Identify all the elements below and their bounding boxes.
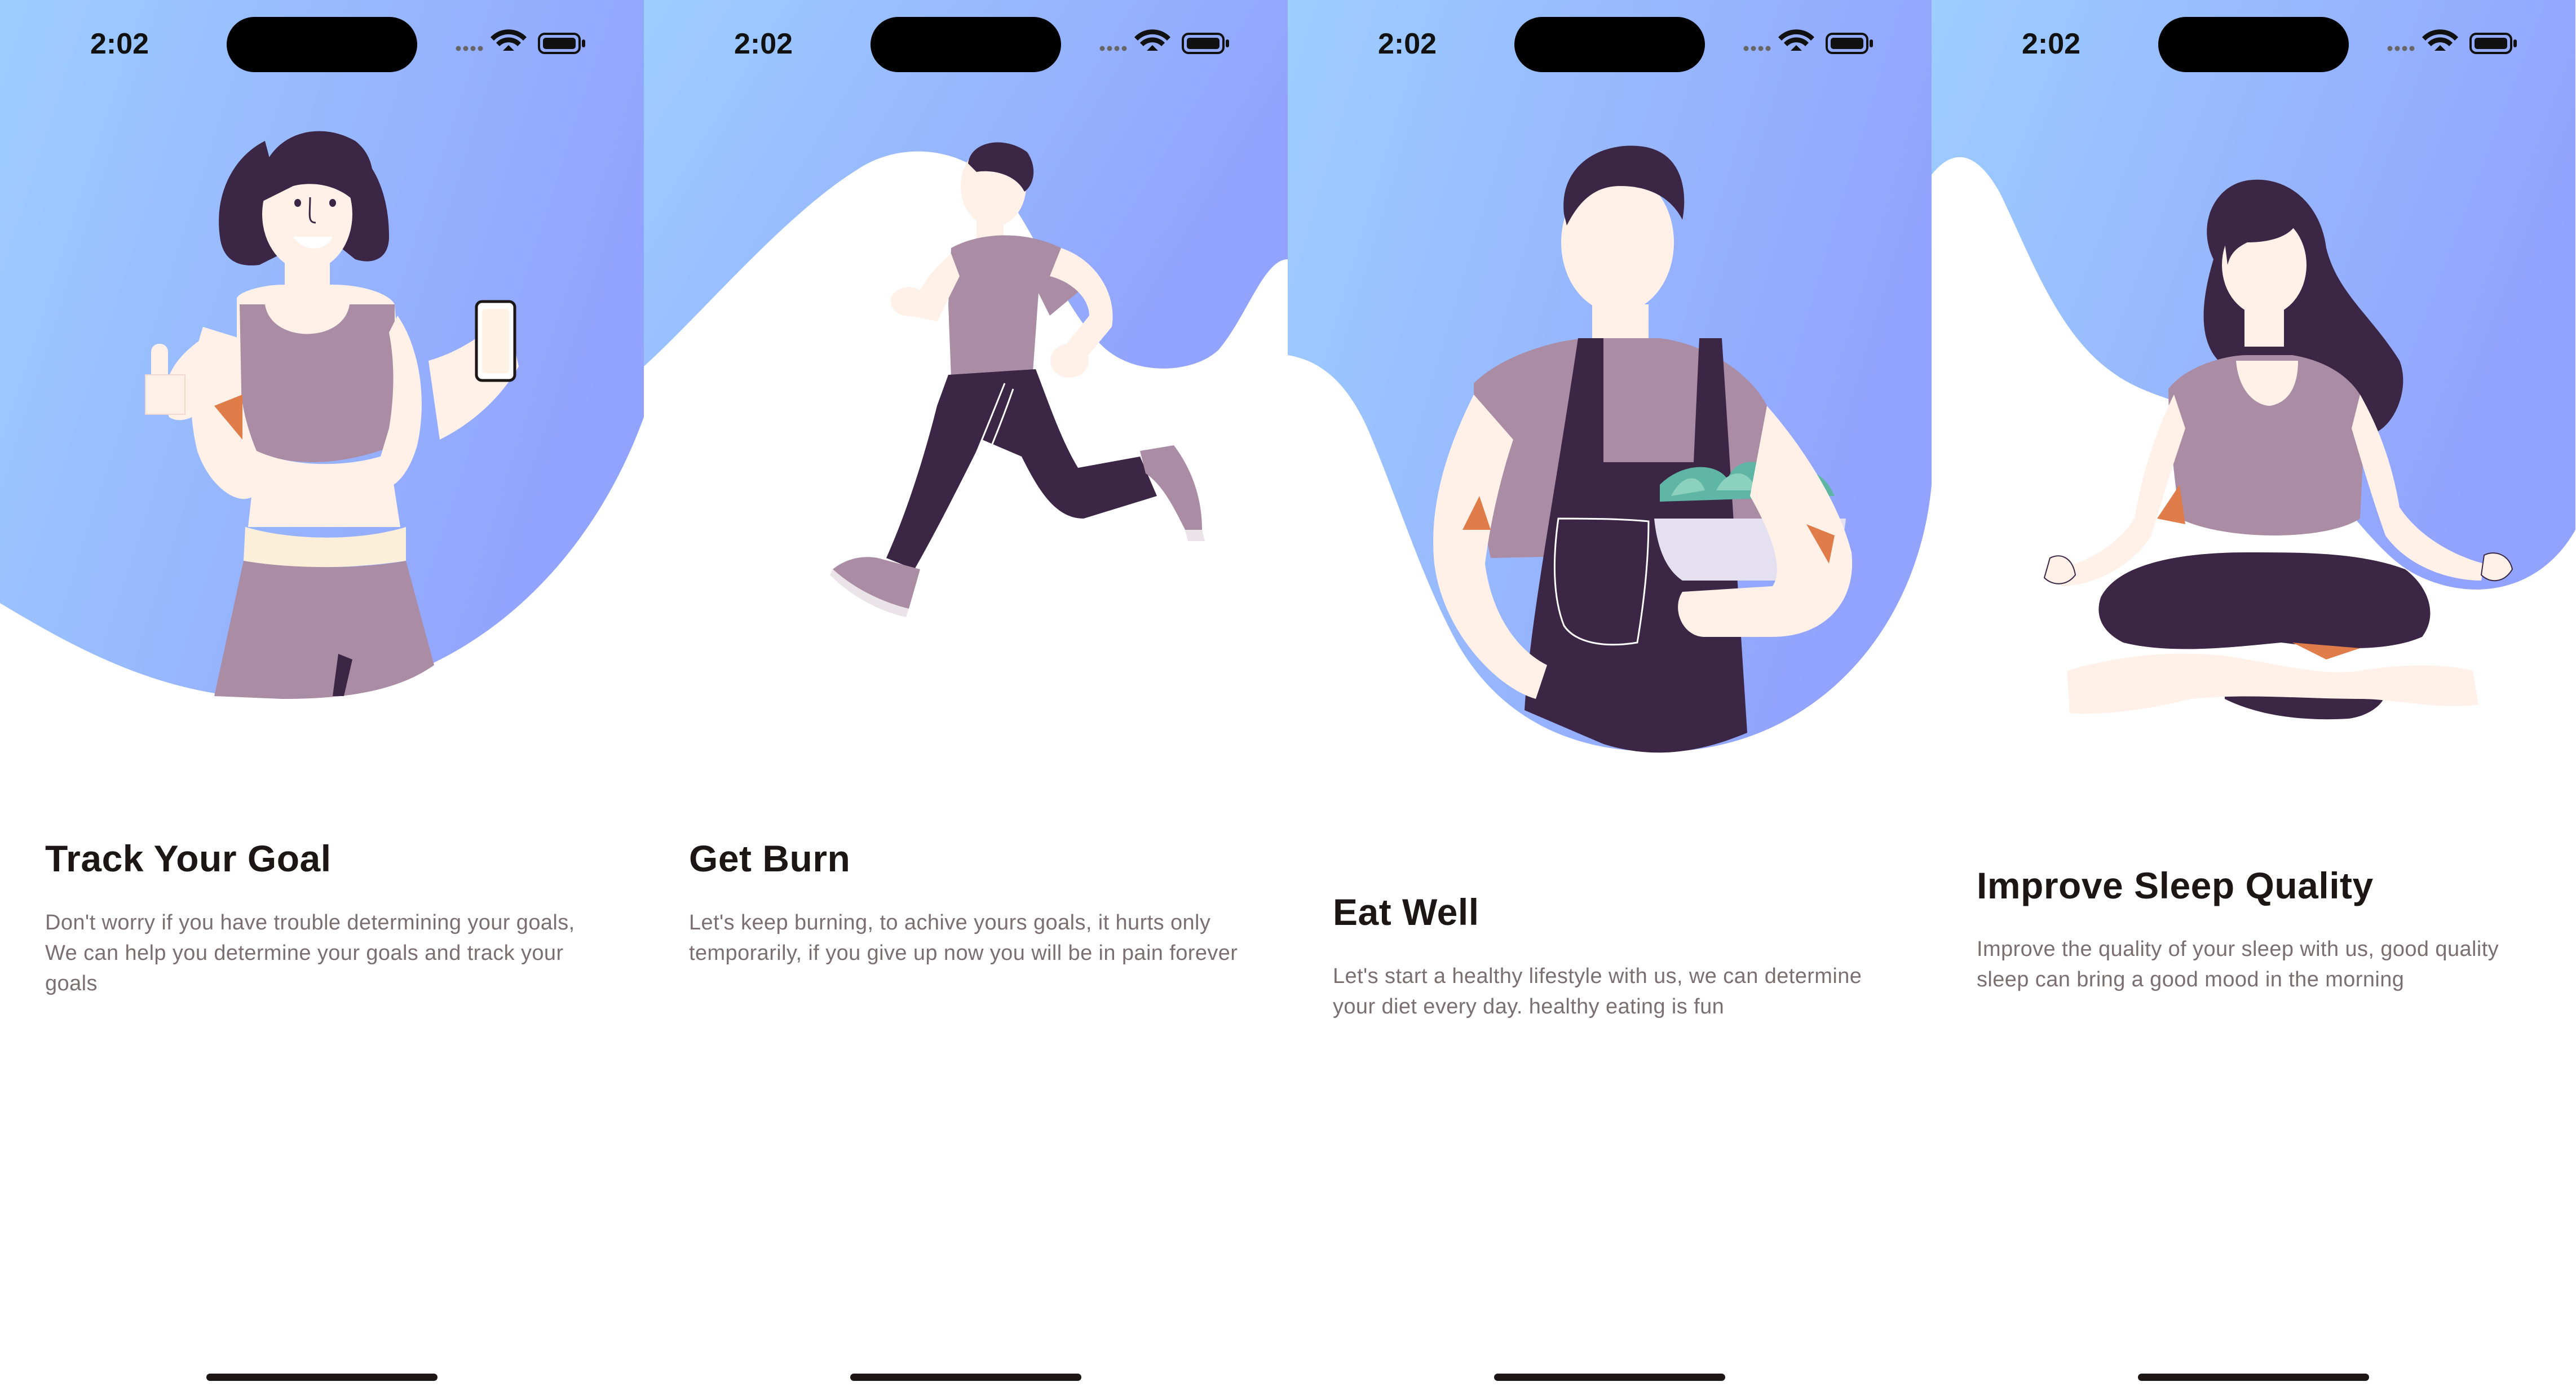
man-holding-salad-illustration (1433, 145, 1853, 753)
wifi-icon (1134, 29, 1170, 51)
home-indicator[interactable] (2138, 1374, 2369, 1381)
wifi-icon (2422, 29, 2458, 51)
signal-dots-icon (2387, 46, 2415, 51)
onboarding-screen-eat-well[interactable]: 2:02 Eat Well Let's start a healthy life… (1288, 0, 1932, 1395)
status-icons (1743, 29, 1873, 54)
battery-icon (1182, 33, 1229, 54)
man-running-illustration (830, 142, 1205, 617)
status-icons (2387, 29, 2517, 54)
battery-icon (1826, 33, 1873, 54)
battery-icon (2469, 33, 2517, 54)
wifi-icon (491, 29, 527, 51)
wifi-icon (1778, 29, 1814, 51)
status-time: 2:02 (734, 28, 793, 60)
onboarding-screen-track-goal[interactable]: 2:02 Track Your Goal Don't worry if you … (0, 0, 644, 1395)
status-icons (456, 29, 585, 54)
status-time: 2:02 (90, 28, 149, 60)
status-time: 2:02 (2022, 28, 2081, 60)
onboarding-description: Improve the quality of your sleep with u… (1977, 937, 2499, 991)
dynamic-island (2158, 17, 2349, 72)
home-indicator[interactable] (1494, 1374, 1725, 1381)
onboarding-screens-row: 2:02 Track Your Goal Don't worry if you … (0, 0, 2576, 1395)
onboarding-screen-improve-sleep[interactable]: 2:02 Improve Sleep Quality Improve the q… (1932, 0, 2575, 1395)
dynamic-island (227, 17, 417, 72)
onboarding-description: Let's start a healthy lifestyle with us,… (1333, 964, 1862, 1018)
woman-holding-phone-illustration (145, 131, 519, 699)
dynamic-island (871, 17, 1061, 72)
signal-dots-icon (1743, 46, 1771, 51)
onboarding-title: Eat Well (1333, 891, 1479, 933)
onboarding-screen-get-burn[interactable]: 2:02 Get Burn Let's keep burning, to ach… (644, 0, 1288, 1395)
status-icons (1099, 29, 1229, 54)
dynamic-island (1514, 17, 1705, 72)
signal-dots-icon (1099, 46, 1127, 51)
onboarding-title: Track Your Goal (45, 838, 332, 879)
home-indicator[interactable] (850, 1374, 1081, 1381)
onboarding-description: Let's keep burning, to achive yours goal… (689, 911, 1238, 965)
onboarding-description: Don't worry if you have trouble determin… (45, 911, 575, 995)
onboarding-title: Get Burn (689, 838, 851, 879)
signal-dots-icon (456, 46, 483, 51)
battery-icon (538, 33, 585, 54)
onboarding-title: Improve Sleep Quality (1977, 865, 2374, 906)
home-indicator[interactable] (206, 1374, 438, 1381)
status-time: 2:02 (1378, 28, 1437, 60)
woman-meditating-illustration (2043, 179, 2513, 720)
